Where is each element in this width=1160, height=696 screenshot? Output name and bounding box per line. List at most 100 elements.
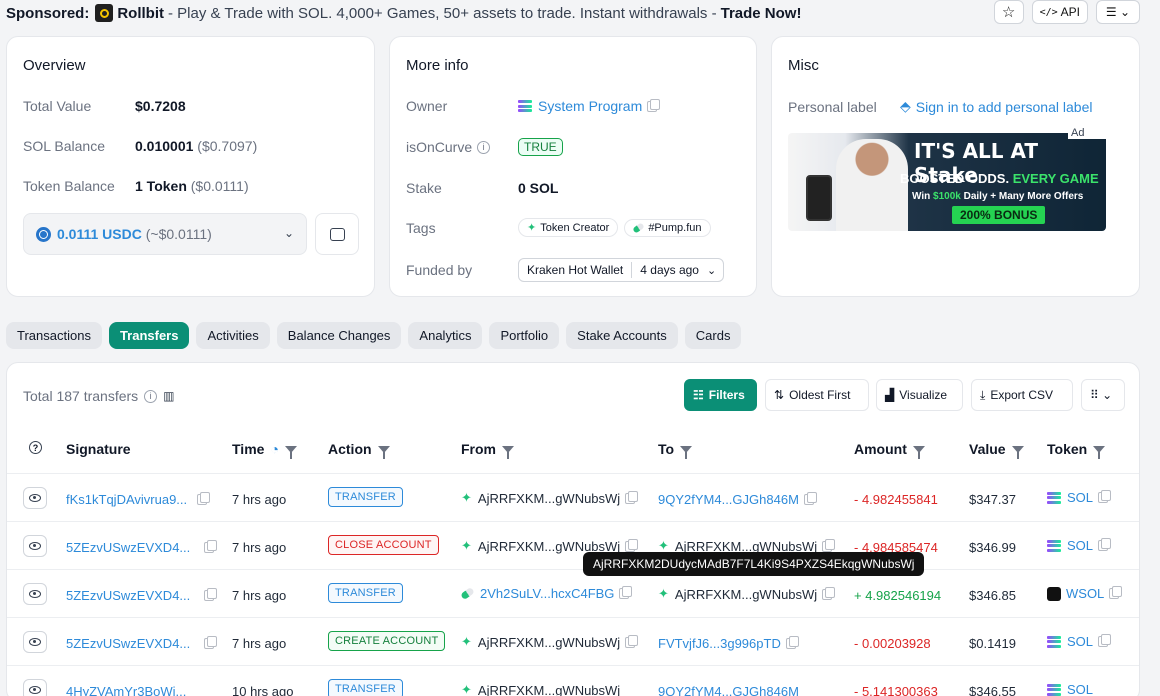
sponsor-cta[interactable]: Trade Now! [721, 5, 802, 22]
filter-icon[interactable] [1011, 445, 1024, 459]
copy-icon[interactable] [204, 588, 218, 601]
clock-icon[interactable]: ◔ [270, 441, 278, 457]
info-icon[interactable]: i [477, 140, 491, 154]
view-button[interactable] [23, 487, 47, 509]
header-token: Token [1047, 441, 1106, 459]
header-signature-label: Signature [66, 441, 131, 457]
copy-icon[interactable] [822, 586, 836, 600]
copy-icon[interactable] [619, 586, 633, 599]
signature-link[interactable]: 5ZEzvUSwzEVXD4... [66, 588, 190, 603]
to-address[interactable]: 9QY2fYM4...GJGh846M [658, 492, 799, 507]
oncurve-badge: TRUE [518, 138, 563, 156]
signature-link[interactable]: 4HyZVAmYr3BoWi... [66, 684, 186, 696]
sponsor-bar[interactable]: Sponsored: Rollbit - Play & Trade with S… [0, 0, 1160, 26]
columns-button[interactable]: ⠿ ⌄ [1081, 379, 1125, 411]
copy-icon[interactable] [785, 636, 799, 649]
tab-transactions[interactable]: Transactions [6, 322, 102, 349]
token-link[interactable]: SOL [1067, 634, 1093, 649]
action-badge: CREATE ACCOUNT [328, 631, 446, 651]
signature-link[interactable]: 5ZEzvUSwzEVXD4... [66, 636, 190, 651]
token-link[interactable]: SOL [1067, 682, 1093, 696]
funded-when: 4 days ago [640, 263, 699, 277]
help-icon[interactable]: ? [29, 441, 42, 454]
funded-by-select[interactable]: Kraken Hot Wallet 4 days ago ⌄ [518, 258, 725, 282]
sort-button[interactable]: ⇅ Oldest First [765, 379, 869, 411]
header-amount: Amount [854, 441, 925, 459]
export-csv-button[interactable]: ⤓ Export CSV [971, 379, 1073, 411]
ad-banner[interactable]: IT'S ALL AT Stake BOOSTED ODDS. EVERY GA… [788, 133, 1106, 231]
api-button[interactable]: </> API [1031, 0, 1088, 24]
sponsor-brand[interactable]: Rollbit [117, 5, 164, 22]
tab-analytics[interactable]: Analytics [408, 322, 483, 349]
filter-icon[interactable] [1093, 445, 1106, 459]
info-icon[interactable]: i [144, 389, 158, 403]
owner-link[interactable]: System Program [538, 98, 642, 114]
view-button[interactable] [23, 631, 47, 653]
from-address[interactable]: AjRRFXKM...gWNubsWj [478, 491, 620, 506]
ad-bonus-button[interactable]: 200% BONUS [952, 206, 1046, 224]
view-button[interactable] [23, 583, 47, 605]
view-button[interactable] [23, 535, 47, 557]
chart-icon[interactable]: ▥ [163, 389, 174, 403]
tab-transfers[interactable]: Transfers [108, 322, 190, 349]
to-address[interactable]: AjRRFXKM...gWNubsWj [675, 587, 817, 602]
tab-portfolio[interactable]: Portfolio [489, 322, 560, 349]
filter-icon[interactable] [912, 445, 925, 459]
token-link[interactable]: SOL [1067, 538, 1093, 553]
chevron-down-icon: ⌄ [283, 226, 294, 240]
header-from-label: From [461, 441, 496, 457]
copy-icon[interactable] [1098, 490, 1112, 503]
copy-icon[interactable] [1109, 586, 1123, 599]
token-cell: SOL [1047, 490, 1112, 505]
sponsor-text: - Play & Trade with SOL. 4,000+ Games, 5… [168, 4, 717, 22]
copy-icon[interactable] [625, 490, 639, 504]
sol-balance: 0.010001 [135, 138, 194, 154]
header-to: To [658, 441, 693, 459]
ad-tag: Ad [1068, 127, 1133, 139]
from-address[interactable]: 2Vh2SuLV...hcxC4FBG [480, 586, 614, 601]
eye-icon [23, 583, 47, 605]
favorite-button[interactable]: ☆ [993, 0, 1024, 24]
filter-icon[interactable] [284, 445, 297, 459]
copy-icon[interactable] [204, 636, 218, 649]
token-select[interactable]: 0.0111 USDC (~$0.0111) ⌄ [23, 213, 307, 255]
copy-icon[interactable] [625, 538, 639, 552]
value-cell: $346.85 [969, 588, 1016, 603]
copy-icon[interactable] [625, 634, 639, 648]
signature-link[interactable]: fKs1kTqjDAvivrua9... [66, 492, 187, 507]
token-link[interactable]: WSOL [1066, 586, 1104, 601]
token-cell: SOL [1047, 538, 1112, 553]
token-link[interactable]: SOL [1067, 490, 1093, 505]
copy-icon[interactable] [197, 492, 211, 505]
from-address[interactable]: AjRRFXKM...gWNubsWj [478, 635, 620, 650]
from-address[interactable]: AjRRFXKM...gWNubsWj [478, 683, 620, 696]
copy-icon[interactable] [803, 492, 817, 505]
visualize-button[interactable]: ▟ Visualize [876, 379, 963, 411]
from-cell: ✦ AjRRFXKM...gWNubsWj [461, 490, 639, 506]
copy-icon[interactable] [1098, 634, 1112, 647]
copy-icon[interactable] [1098, 538, 1112, 551]
filters-button[interactable]: ☷ Filters [684, 379, 757, 411]
to-address[interactable]: 9QY2fYM4...GJGh846M [658, 684, 799, 696]
to-address[interactable]: FVTvjfJ6...3g996pTD [658, 636, 781, 651]
signin-link[interactable]: Sign in to add personal label [916, 99, 1093, 115]
signature-link[interactable]: 5ZEzvUSwzEVXD4... [66, 540, 190, 555]
action-badge: TRANSFER [328, 487, 403, 507]
copy-icon[interactable] [822, 538, 836, 552]
filter-icon[interactable] [377, 445, 390, 459]
tab-activities[interactable]: Activities [196, 322, 270, 349]
menu-button[interactable]: ☰ ⌄ [1096, 0, 1140, 24]
solana-icon [1047, 683, 1061, 696]
eye-icon [23, 631, 47, 653]
copy-icon[interactable] [647, 98, 661, 112]
view-button[interactable] [23, 679, 47, 696]
tab-stake-accounts[interactable]: Stake Accounts [566, 322, 678, 349]
tab-cards[interactable]: Cards [684, 322, 742, 349]
tab-balance-changes[interactable]: Balance Changes [276, 322, 402, 349]
filter-icon[interactable] [502, 445, 514, 459]
tag-pump-fun[interactable]: #Pump.fun [624, 218, 711, 237]
filter-icon[interactable] [680, 445, 693, 459]
wallet-button[interactable] [315, 213, 359, 255]
tag-token-creator[interactable]: ✦ Token Creator [518, 218, 619, 237]
copy-icon[interactable] [204, 540, 218, 553]
